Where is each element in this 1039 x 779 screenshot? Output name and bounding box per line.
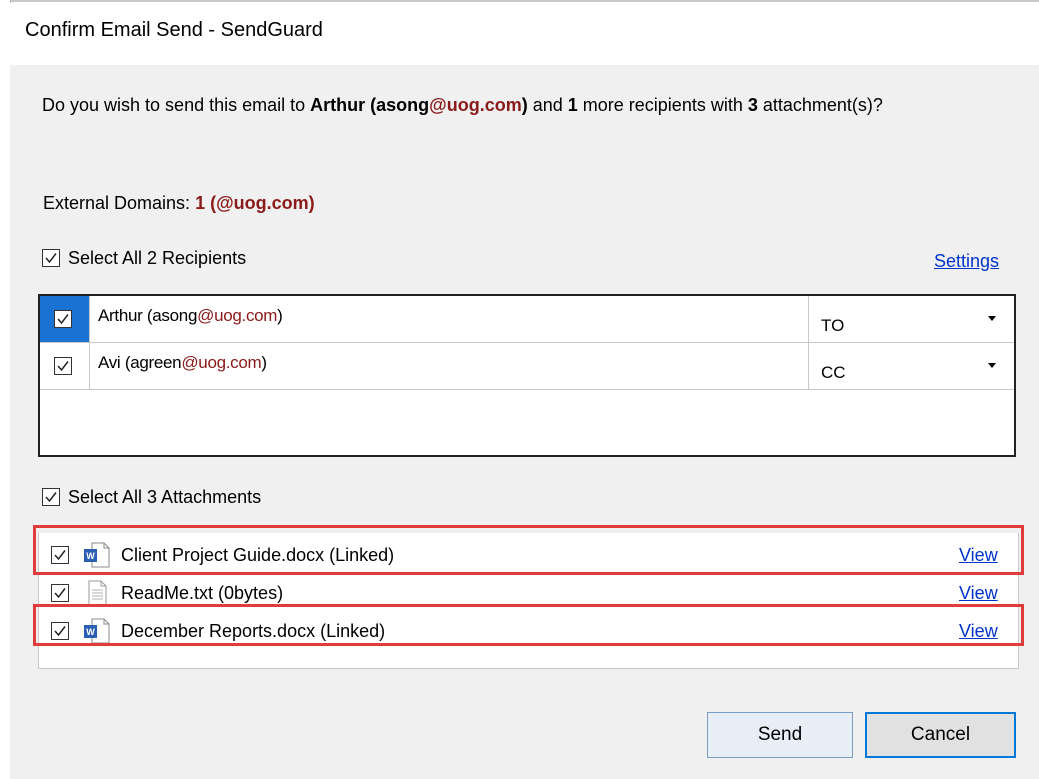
- message-recipient: Arthur: [310, 95, 366, 115]
- recipient-row[interactable]: Arthur (asong@uog.com) TO: [40, 296, 1014, 343]
- external-domains-list: (@uog.com): [205, 193, 315, 213]
- select-all-attachments-label: Select All 3 Attachments: [68, 487, 262, 507]
- send-button[interactable]: Send: [707, 712, 853, 758]
- recipient-type-dropdown[interactable]: TO: [808, 296, 1014, 342]
- confirm-dialog: Confirm Email Send - SendGuard Do you wi…: [10, 3, 1039, 779]
- message-text: and: [527, 95, 568, 115]
- checkmark-icon: [54, 550, 66, 561]
- recipient-checkbox[interactable]: [54, 357, 72, 375]
- settings-link[interactable]: Settings: [934, 251, 999, 272]
- recipient-checkbox-cell[interactable]: [40, 296, 90, 342]
- checkmark-icon: [54, 626, 66, 637]
- message-address-prefix: (asong: [365, 95, 430, 115]
- background-edge: [0, 0, 1039, 2]
- word-doc-icon: W: [84, 618, 110, 644]
- select-all-recipients-checkbox[interactable]: [42, 249, 60, 267]
- word-doc-icon: W: [84, 542, 110, 568]
- attachment-name: ReadMe.txt (0bytes): [121, 583, 284, 603]
- recipient-checkbox-cell[interactable]: [40, 343, 90, 389]
- recipient-type-dropdown[interactable]: CC: [808, 343, 1014, 389]
- recipient-name-suffix: ): [261, 353, 267, 372]
- recipient-row[interactable]: Avi (agreen@uog.com) CC: [40, 343, 1014, 390]
- message-text: attachment(s)?: [757, 95, 883, 115]
- chevron-down-icon[interactable]: [988, 316, 996, 321]
- recipient-domain: @uog.com: [181, 353, 262, 372]
- checkmark-icon: [57, 361, 69, 372]
- title-bar: Confirm Email Send - SendGuard: [10, 3, 1039, 65]
- attachment-row[interactable]: W Client Project Guide.docx (Linked) Vie…: [39, 536, 1017, 574]
- text-file-icon: [88, 580, 107, 606]
- attachment-checkbox[interactable]: [51, 584, 69, 602]
- confirm-message: Do you wish to send this email to Arthur…: [42, 93, 1002, 117]
- select-all-attachments-checkbox[interactable]: [42, 488, 60, 506]
- attachment-name: December Reports.docx (Linked): [121, 621, 386, 641]
- message-text: Do you wish to send this email to: [42, 95, 311, 115]
- recipient-name-suffix: ): [277, 306, 283, 325]
- attachment-checkbox[interactable]: [51, 546, 69, 564]
- view-link[interactable]: View: [959, 583, 998, 604]
- external-domains-count: 1: [195, 193, 206, 213]
- recipient-domain: @uog.com: [197, 306, 278, 325]
- recipient-name: Arthur (asong@uog.com): [98, 306, 283, 326]
- svg-text:W: W: [86, 551, 95, 561]
- message-attachment-count: 3: [747, 95, 758, 115]
- chevron-down-icon[interactable]: [988, 363, 996, 368]
- recipient-checkbox[interactable]: [54, 310, 72, 328]
- attachment-row[interactable]: ReadMe.txt (0bytes) View: [39, 574, 1017, 612]
- message-domain: @uog.com: [429, 95, 522, 115]
- checkmark-icon: [45, 253, 57, 264]
- message-more-count: 1: [567, 95, 578, 115]
- view-link[interactable]: View: [959, 545, 998, 566]
- cancel-button[interactable]: Cancel: [865, 712, 1016, 758]
- svg-text:W: W: [86, 627, 95, 637]
- recipient-name-text: Avi (agreen: [98, 353, 182, 372]
- message-text: more recipients with: [577, 95, 748, 115]
- attachment-row[interactable]: W December Reports.docx (Linked) View: [39, 612, 1017, 650]
- external-domains: External Domains: 1 (@uog.com): [43, 193, 315, 214]
- recipient-type-value: CC: [821, 363, 846, 382]
- attachment-name: Client Project Guide.docx (Linked): [121, 545, 395, 565]
- checkmark-icon: [54, 588, 66, 599]
- checkmark-icon: [45, 492, 57, 503]
- recipient-type-value: TO: [821, 316, 845, 335]
- attachments-list: W Client Project Guide.docx (Linked) Vie…: [38, 533, 1019, 669]
- window-title: Confirm Email Send - SendGuard: [25, 19, 323, 41]
- recipients-list: Arthur (asong@uog.com) TO Avi (agreen@uo…: [38, 294, 1016, 457]
- external-domains-label: External Domains:: [43, 193, 196, 213]
- select-all-recipients-label: Select All 2 Recipients: [68, 248, 247, 268]
- attachment-checkbox[interactable]: [51, 622, 69, 640]
- checkmark-icon: [57, 314, 69, 325]
- recipient-name: Avi (agreen@uog.com): [98, 353, 267, 373]
- view-link[interactable]: View: [959, 621, 998, 642]
- recipient-name-text: Arthur (asong: [98, 306, 198, 325]
